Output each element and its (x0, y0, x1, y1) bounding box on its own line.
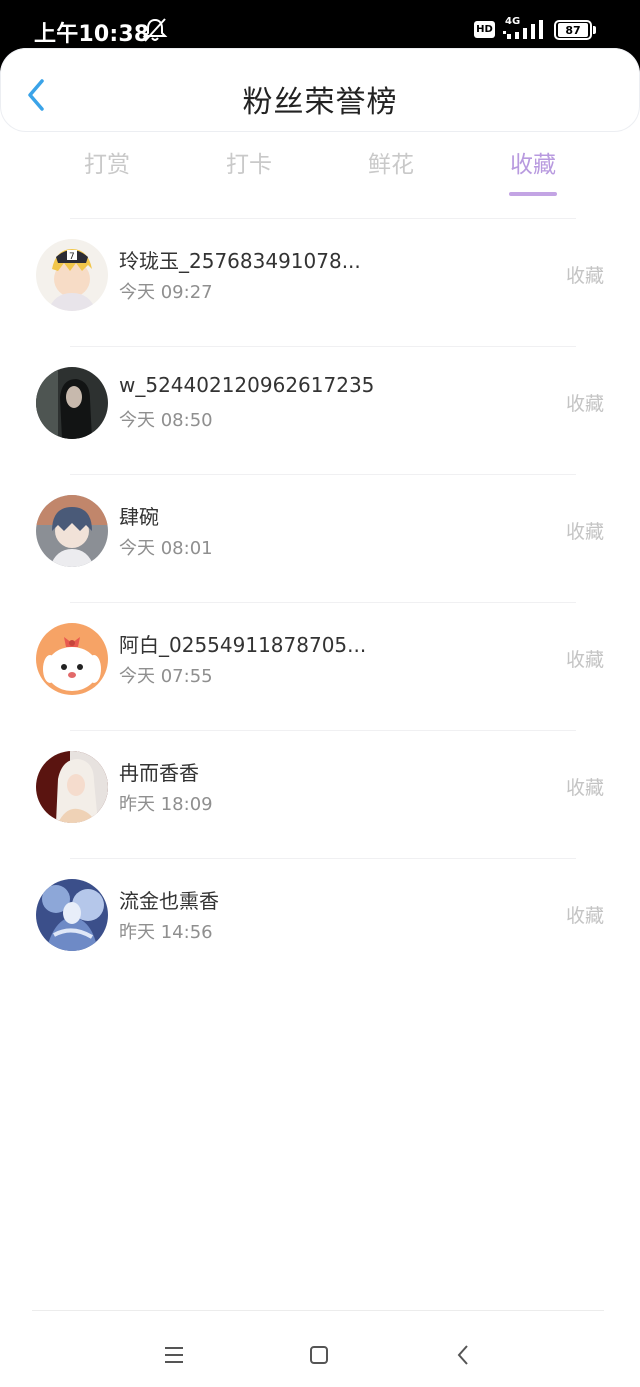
home-button[interactable] (295, 1333, 343, 1377)
avatar-image (36, 623, 108, 695)
favorite-time: 今天 09:27 (119, 282, 213, 303)
divider (70, 858, 576, 859)
tab-underline (367, 192, 415, 196)
menu-button[interactable] (150, 1333, 198, 1377)
tab-bar: 打赏 打卡 鲜花 收藏 (36, 148, 604, 204)
avatar[interactable] (36, 623, 108, 695)
status-time: 上午10:38 (34, 22, 150, 47)
divider (70, 346, 576, 347)
battery-level: 87 (558, 23, 588, 37)
tab-reward[interactable]: 打赏 (36, 148, 178, 204)
fan-list: 7 玲珑玉_257683491078... 今天 09:27 收藏 w_5244… (0, 218, 640, 986)
favorite-label: 收藏 (565, 393, 604, 415)
avatar-image (36, 751, 108, 823)
tab-flowers[interactable]: 鲜花 (320, 148, 462, 204)
battery-indicator: 87 (554, 20, 592, 40)
divider (70, 474, 576, 475)
favorite-time: 今天 07:55 (119, 666, 213, 687)
top-nav-bar: 粉丝荣誉榜 (0, 48, 640, 132)
home-icon (310, 1346, 328, 1364)
tab-label: 打卡 (226, 152, 272, 178)
battery-tip (593, 26, 596, 34)
avatar-image (36, 367, 108, 439)
list-item[interactable]: w_524402120962617235 今天 08:50 收藏 (0, 346, 640, 474)
favorite-label: 收藏 (565, 905, 604, 927)
system-nav-divider (32, 1310, 604, 1311)
divider (70, 218, 576, 219)
tab-active-underline (509, 192, 557, 196)
menu-icon (165, 1347, 183, 1363)
user-name: 肆碗 (119, 505, 159, 529)
avatar[interactable]: 7 (36, 239, 108, 311)
user-name: 玲珑玉_257683491078... (119, 249, 361, 273)
favorite-time: 今天 08:01 (119, 538, 213, 559)
list-item[interactable]: 7 玲珑玉_257683491078... 今天 09:27 收藏 (0, 218, 640, 346)
favorite-label: 收藏 (565, 649, 604, 671)
hd-badge: HD (474, 21, 495, 38)
list-item[interactable]: 冉而香香 昨天 18:09 收藏 (0, 730, 640, 858)
favorite-time: 今天 08:50 (119, 410, 213, 431)
avatar[interactable] (36, 495, 108, 567)
favorite-label: 收藏 (565, 777, 604, 799)
app-screen: 粉丝荣誉榜 打赏 打卡 鲜花 收藏 7 玲珑玉_257683491078... … (0, 48, 640, 1387)
list-item[interactable]: 阿白_02554911878705... 今天 07:55 收藏 (0, 602, 640, 730)
svg-text:7: 7 (69, 252, 75, 262)
avatar[interactable] (36, 367, 108, 439)
mute-icon (142, 18, 168, 42)
divider (70, 602, 576, 603)
tab-underline (83, 192, 131, 196)
signal-icon (503, 20, 543, 39)
list-item[interactable]: 肆碗 今天 08:01 收藏 (0, 474, 640, 602)
user-name: 冉而香香 (119, 761, 199, 785)
back-icon (457, 1345, 468, 1365)
tab-underline (225, 192, 273, 196)
tab-label: 打赏 (84, 152, 130, 178)
tab-label: 收藏 (510, 152, 556, 178)
system-back-button[interactable] (439, 1333, 487, 1377)
avatar-image (36, 495, 108, 567)
favorite-label: 收藏 (565, 265, 604, 287)
favorite-time: 昨天 14:56 (119, 922, 213, 943)
favorite-time: 昨天 18:09 (119, 794, 213, 815)
user-name: 阿白_02554911878705... (119, 633, 367, 657)
avatar[interactable] (36, 751, 108, 823)
page-title: 粉丝荣誉榜 (242, 85, 398, 120)
tab-checkin[interactable]: 打卡 (178, 148, 320, 204)
tab-label: 鲜花 (368, 152, 414, 178)
tab-favorites[interactable]: 收藏 (462, 148, 604, 204)
user-name: w_524402120962617235 (119, 373, 375, 397)
divider (70, 730, 576, 731)
favorite-label: 收藏 (565, 521, 604, 543)
avatar-image: 7 (36, 239, 108, 311)
list-item[interactable]: 流金也熏香 昨天 14:56 收藏 (0, 858, 640, 986)
avatar-image (36, 879, 108, 951)
user-name: 流金也熏香 (119, 889, 219, 913)
avatar[interactable] (36, 879, 108, 951)
